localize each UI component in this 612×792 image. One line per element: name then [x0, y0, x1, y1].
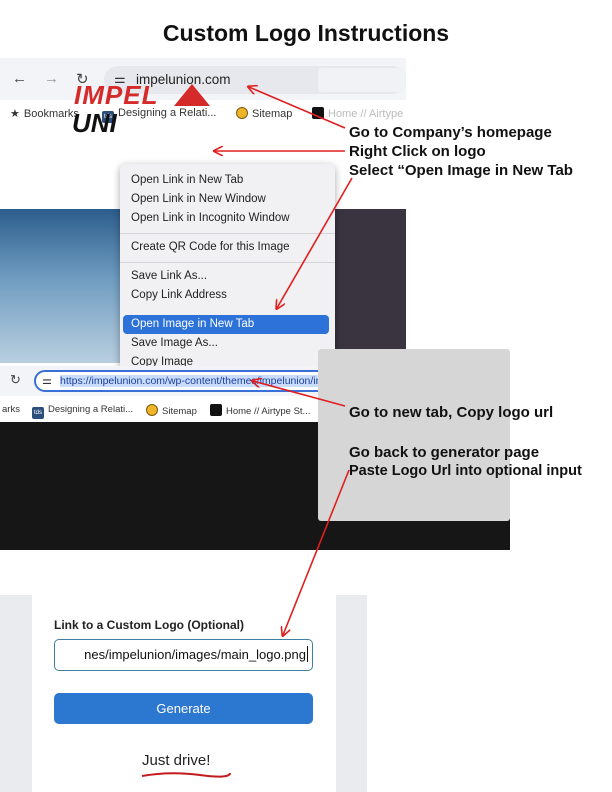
- menu-divider: [120, 262, 335, 263]
- reload-icon[interactable]: ↻: [10, 372, 21, 388]
- overlay-panel: [318, 349, 510, 521]
- tagline: Just drive!: [142, 752, 211, 769]
- site-settings-icon[interactable]: ⚌: [42, 374, 52, 387]
- star-icon: ★: [10, 108, 20, 120]
- tds-favicon-icon: tds: [32, 407, 44, 419]
- sitemap-favicon-icon: [146, 404, 158, 416]
- site-logo-line2[interactable]: UNI: [72, 108, 117, 139]
- custom-logo-label: Link to a Custom Logo (Optional): [54, 618, 244, 632]
- forward-arrow-icon[interactable]: →: [44, 70, 59, 87]
- menu-item-save-link-as[interactable]: Save Link As...: [131, 270, 207, 282]
- back-arrow-icon[interactable]: ←: [12, 70, 27, 87]
- instruction-step-6: Paste Logo Url into optional input: [349, 463, 582, 479]
- sitemap-favicon-icon: [236, 107, 248, 119]
- bookmark-item[interactable]: arks: [2, 404, 20, 415]
- instruction-step-1: Go to Company’s homepage: [349, 124, 552, 141]
- instruction-step-5: Go back to generator page: [349, 444, 540, 461]
- menu-item-open-link-new-tab[interactable]: Open Link in New Tab: [131, 174, 243, 186]
- site-logo-line1[interactable]: IMPEL: [74, 80, 158, 111]
- logo-triangle-icon: [174, 84, 210, 106]
- instruction-step-4: Go to new tab, Copy logo url: [349, 404, 554, 421]
- menu-item-open-image-new-tab[interactable]: Open Image in New Tab: [131, 318, 254, 330]
- generate-button[interactable]: Generate: [54, 693, 313, 724]
- instruction-step-2: Right Click on logo: [349, 143, 486, 160]
- bookmark-item[interactable]: Home // Airtype St...: [210, 404, 310, 417]
- menu-item-copy-link-address[interactable]: Copy Link Address: [131, 289, 227, 301]
- instruction-step-3: Select “Open Image in New Tab: [349, 162, 573, 179]
- text-cursor: [307, 646, 308, 662]
- custom-logo-url-input[interactable]: nes/impelunion/images/main_logo.png: [54, 639, 313, 671]
- menu-item-open-link-new-window[interactable]: Open Link in New Window: [131, 193, 266, 205]
- menu-item-save-image-as[interactable]: Save Image As...: [131, 337, 218, 349]
- bookmark-item[interactable]: Sitemap: [236, 107, 292, 120]
- tagline-underline-swoosh: [141, 772, 231, 778]
- menu-item-open-link-incognito[interactable]: Open Link in Incognito Window: [131, 212, 290, 224]
- address-bar-extension-area: [318, 68, 406, 92]
- bookmark-item[interactable]: tds Designing a Relati...: [32, 404, 133, 419]
- page-title: Custom Logo Instructions: [162, 20, 450, 46]
- hero-dark-panel: [332, 209, 406, 363]
- bookmark-item[interactable]: Home // Airtype: [312, 107, 403, 120]
- bookmark-item[interactable]: Sitemap: [146, 404, 197, 417]
- context-menu: Open Link in New Tab Open Link in New Wi…: [120, 164, 335, 375]
- menu-divider: [120, 233, 335, 234]
- menu-item-create-qr[interactable]: Create QR Code for this Image: [131, 241, 290, 253]
- airtype-favicon-icon: [312, 107, 324, 119]
- airtype-favicon-icon: [210, 404, 222, 416]
- bookmark-item[interactable]: ★ Bookmarks: [10, 107, 79, 120]
